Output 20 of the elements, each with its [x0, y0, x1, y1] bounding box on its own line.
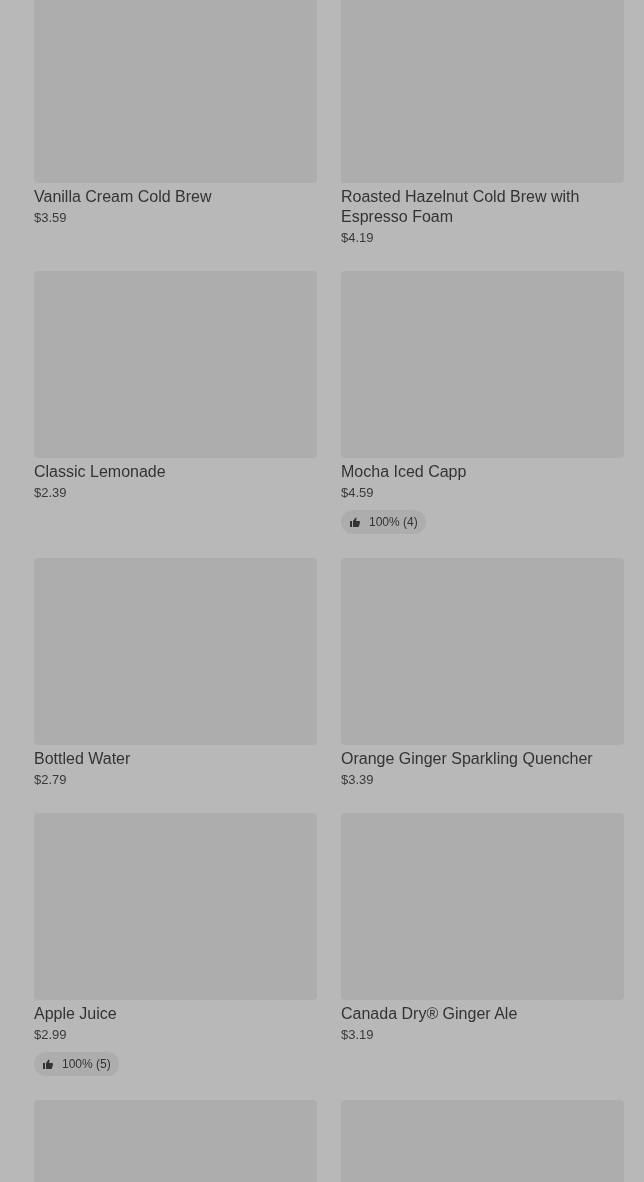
product-price: $2.79	[34, 771, 68, 789]
product-price: $2.99	[34, 1026, 68, 1044]
product-price: $3.59	[34, 209, 68, 227]
product-price: $3.39	[341, 771, 375, 789]
product-name[interactable]: Roasted Hazelnut Cold Brew with Espresso Foam	[341, 187, 624, 227]
product-price: $2.39	[34, 484, 68, 502]
product-name[interactable]: Canada Dry® Ginger Ale	[341, 1004, 624, 1024]
product-name[interactable]: Classic Lemonade	[34, 462, 317, 482]
product-name[interactable]: Mocha Iced Capp	[341, 462, 624, 482]
product-price: $3.19	[341, 1026, 375, 1044]
product-price: $4.59	[341, 484, 375, 502]
product-name[interactable]: Apple Juice	[34, 1004, 317, 1024]
rating-text: 100% (5)	[62, 1056, 111, 1073]
rating-text: 100% (4)	[369, 514, 418, 531]
thumbs-up-icon	[42, 1058, 54, 1070]
product-name[interactable]: Bottled Water	[34, 749, 317, 769]
product-name[interactable]: Vanilla Cream Cold Brew	[34, 187, 317, 207]
thumbs-up-icon	[349, 516, 361, 528]
product-name[interactable]: Orange Ginger Sparkling Quencher	[341, 749, 624, 769]
product-price: $4.19	[341, 229, 375, 247]
